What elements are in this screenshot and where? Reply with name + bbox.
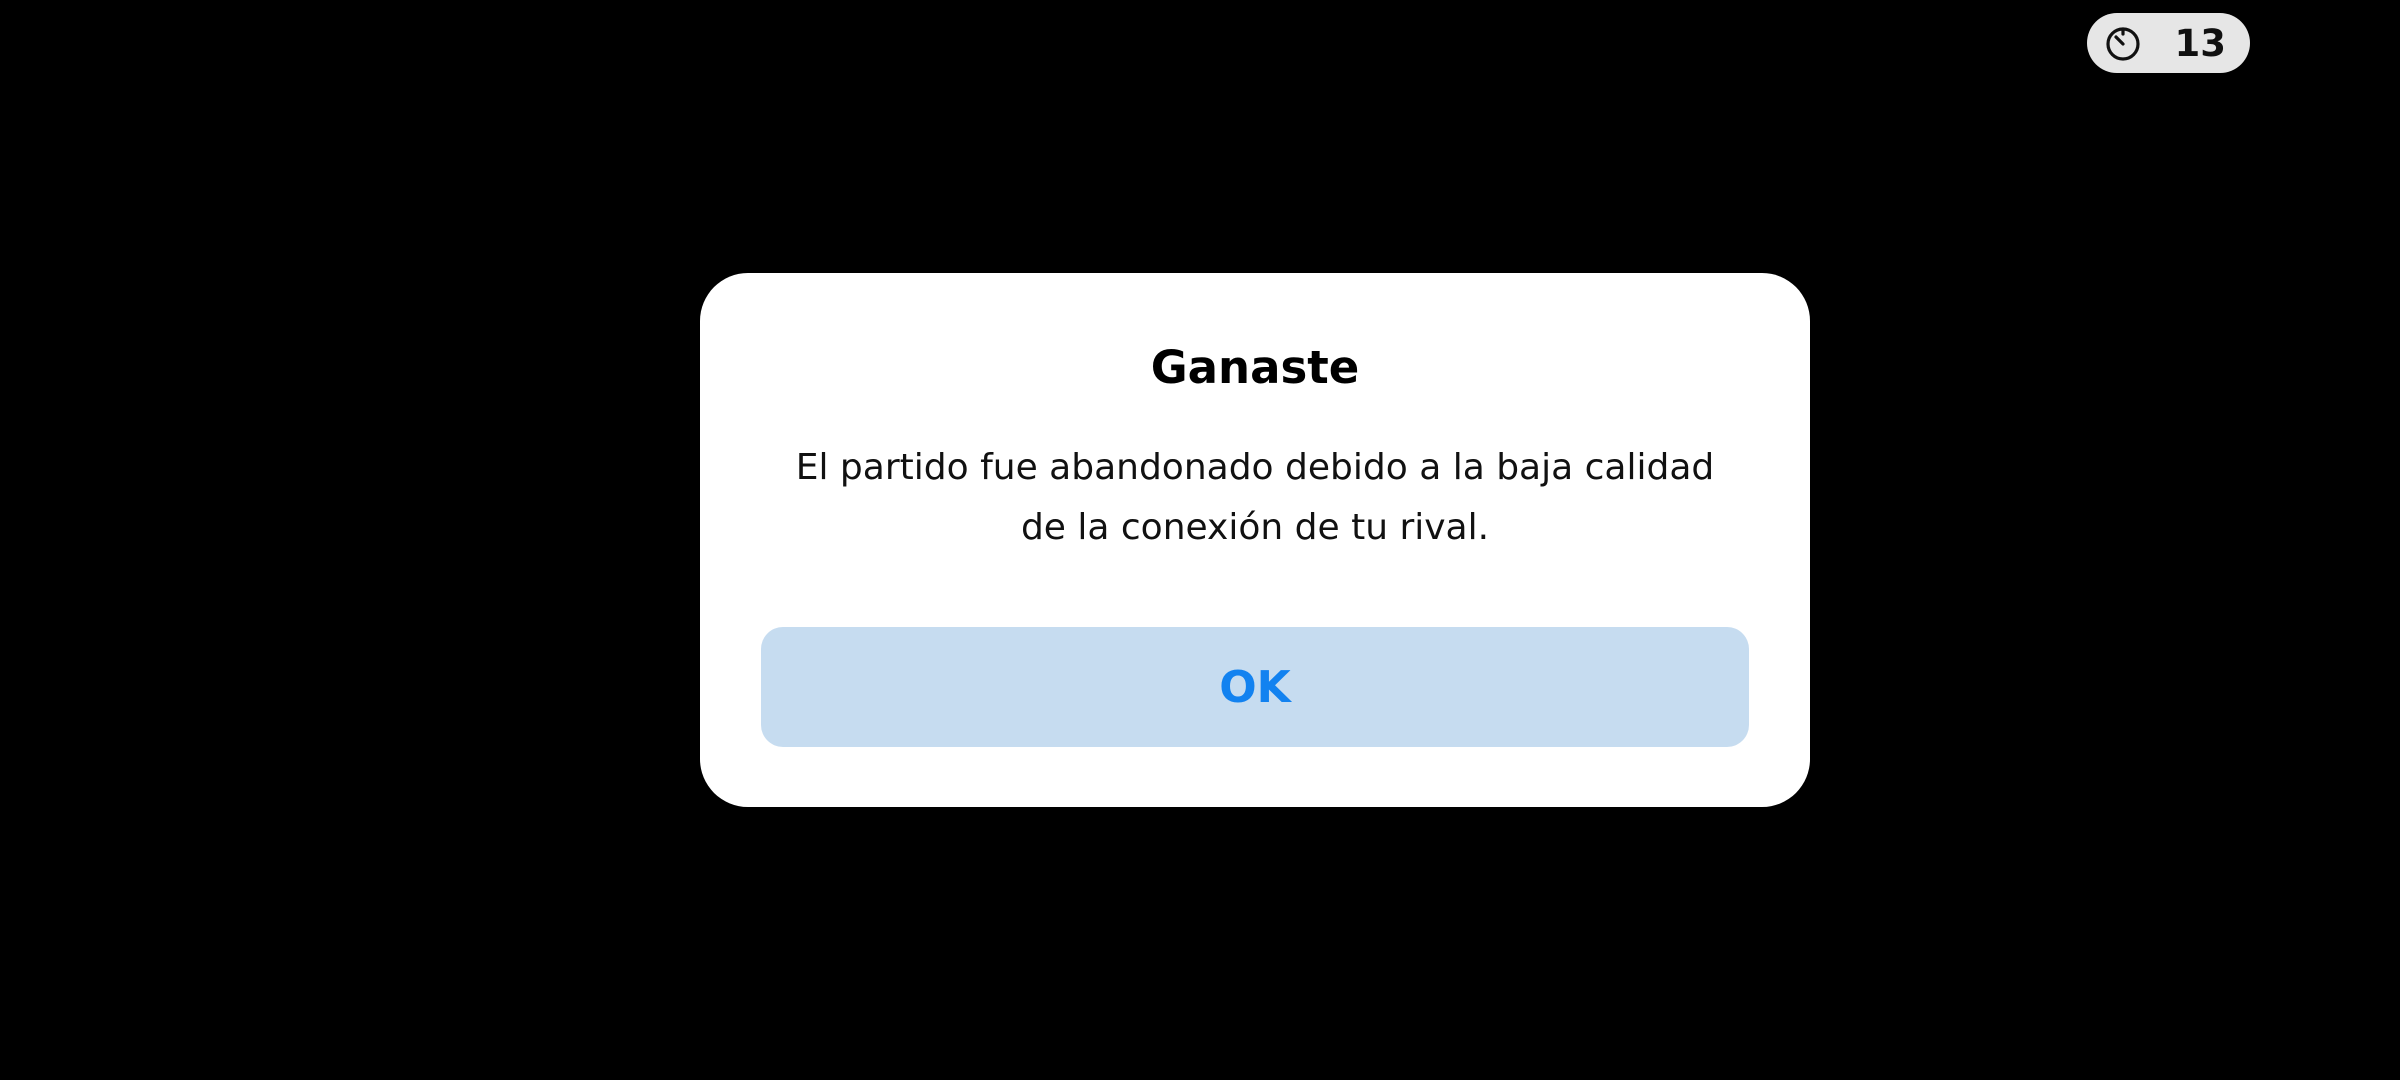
ok-button[interactable]: OK xyxy=(761,627,1749,747)
timer-badge: 13 xyxy=(2087,13,2250,73)
game-screen: 13 Ganaste El partido fue abandonado deb… xyxy=(0,0,2400,1080)
timer-value: 13 xyxy=(2174,21,2227,65)
timer-icon xyxy=(2101,21,2145,65)
dialog-title: Ganaste xyxy=(1150,341,1360,394)
result-dialog: Ganaste El partido fue abandonado debido… xyxy=(700,273,1810,807)
dialog-message: El partido fue abandonado debido a la ba… xyxy=(795,447,1715,548)
